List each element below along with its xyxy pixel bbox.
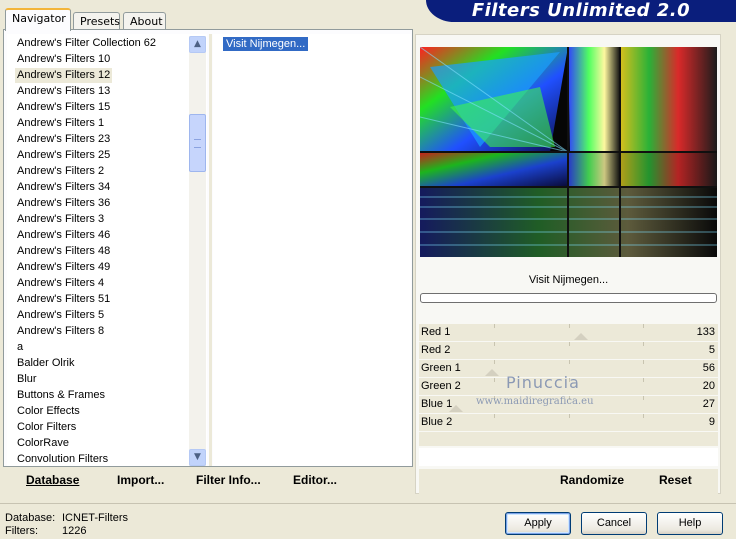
filter-category-item[interactable]: Andrew's Filters 13 [17, 84, 110, 99]
filter-category-item[interactable]: Andrew's Filters 3 [17, 212, 104, 227]
app-banner-title: Filters Unlimited 2.0 [426, 0, 736, 22]
effect-item-selected[interactable]: Visit Nijmegen... [223, 37, 309, 51]
filter-category-item[interactable]: Andrew's Filters 1 [17, 116, 104, 131]
filter-category-item[interactable]: Blur [17, 372, 37, 387]
navigator-action-bar: Database Import... Filter Info... Editor… [7, 469, 413, 494]
filter-category-item[interactable]: Andrew's Filters 34 [17, 180, 110, 195]
filter-category-item[interactable]: Andrew's Filter Collection 62 [17, 36, 156, 51]
filter-info-button[interactable]: Filter Info... [196, 473, 261, 487]
filter-category-item[interactable]: ColorRave [17, 436, 69, 451]
filter-category-item[interactable]: Andrew's Filters 8 [17, 324, 104, 339]
filter-category-item[interactable]: Andrew's Filters 23 [17, 132, 110, 147]
tab-navigator[interactable]: Navigator [5, 8, 71, 31]
slider-tick [569, 342, 570, 346]
slider-value: 56 [702, 362, 715, 374]
filter-category-item[interactable]: Andrew's Filters 49 [17, 260, 110, 275]
filter-category-item[interactable]: Balder Olrik [17, 356, 74, 371]
help-button[interactable]: Help [657, 512, 723, 535]
slider-value: 27 [702, 398, 715, 410]
slider-tick [643, 378, 644, 382]
scroll-down-icon[interactable]: ▼ [189, 449, 206, 466]
slider-label: Green 2 [421, 380, 461, 392]
watermark-name: Pinuccia [506, 373, 580, 392]
slider-value: 20 [702, 380, 715, 392]
list-divider [209, 34, 212, 466]
slider-tick [569, 324, 570, 328]
watermark-url: www.maidiregrafica.eu [476, 396, 594, 407]
slider-row[interactable]: Red 2 5 [419, 342, 718, 360]
slider-row[interactable]: Red 1 133 [419, 324, 718, 342]
scroll-thumb[interactable] [189, 114, 206, 172]
filters-count-label: Filters: [5, 525, 38, 537]
import-button[interactable]: Import... [117, 473, 164, 487]
footer-separator [0, 503, 736, 504]
slider-label: Blue 2 [421, 416, 453, 428]
filter-category-item[interactable]: Andrew's Filters 46 [17, 228, 110, 243]
filter-category-item[interactable]: Andrew's Filters 15 [17, 100, 110, 115]
slider-empty-row [419, 448, 718, 466]
filter-category-item[interactable]: Color Filters [17, 420, 76, 435]
slider-tick [494, 342, 495, 346]
slider-label: Blue 1 [421, 398, 453, 410]
slider-tick [494, 324, 495, 328]
preview-image [420, 47, 717, 257]
database-value: ICNET-Filters [62, 512, 128, 524]
filter-category-item[interactable]: Convolution Filters [17, 452, 108, 466]
preview-filter-name: Visit Nijmegen... [528, 274, 609, 286]
filter-list-scrollbar[interactable]: ▲ ▼ [189, 36, 206, 466]
slider-thumb-icon[interactable] [574, 333, 588, 340]
slider-row[interactable]: Blue 2 9 [419, 414, 718, 432]
randomize-button[interactable]: Randomize [560, 473, 624, 487]
database-button[interactable]: Database [26, 473, 79, 487]
slider-label: Green 1 [421, 362, 461, 374]
slider-label: Red 2 [421, 344, 451, 356]
scroll-up-icon[interactable]: ▲ [189, 36, 206, 53]
filter-category-item[interactable]: Andrew's Filters 36 [17, 196, 110, 211]
slider-tick [643, 360, 644, 364]
preview-action-bar: Randomize Reset [419, 469, 718, 494]
filter-effect-list[interactable]: Visit Nijmegen... [213, 34, 411, 466]
progress-bar [420, 293, 717, 303]
filter-category-item[interactable]: Andrew's Filters 12 [15, 68, 113, 83]
filters-count-value: 1226 [62, 525, 87, 537]
slider-value: 9 [708, 416, 715, 428]
filter-category-item[interactable]: Color Effects [17, 404, 80, 419]
apply-button[interactable]: Apply [505, 512, 571, 535]
filter-category-item[interactable]: Andrew's Filters 2 [17, 164, 104, 179]
reset-button[interactable]: Reset [659, 473, 692, 487]
slider-tick [643, 396, 644, 400]
filter-category-list[interactable]: Andrew's Filter Collection 62 Andrew's Fi… [7, 34, 207, 466]
slider-tick [494, 414, 495, 418]
slider-tick [569, 414, 570, 418]
filter-category-item[interactable]: Andrew's Filters 4 [17, 276, 104, 291]
filter-category-item[interactable]: Andrew's Filters 48 [17, 244, 110, 259]
slider-thumb-icon[interactable] [485, 369, 499, 376]
slider-tick [643, 342, 644, 346]
editor-button[interactable]: Editor... [293, 473, 337, 487]
database-label: Database: [5, 512, 56, 524]
filter-category-item[interactable]: Andrew's Filters 5 [17, 308, 104, 323]
slider-value: 133 [696, 326, 715, 338]
slider-tick [494, 378, 495, 382]
cancel-button[interactable]: Cancel [581, 512, 647, 535]
slider-tick [569, 360, 570, 364]
slider-tick [643, 414, 644, 418]
filter-category-item[interactable]: Buttons & Frames [17, 388, 105, 403]
slider-value: 5 [708, 344, 715, 356]
filter-category-item[interactable]: Andrew's Filters 25 [17, 148, 110, 163]
filter-category-item[interactable]: Andrew's Filters 51 [17, 292, 110, 307]
filter-category-item[interactable]: a [17, 340, 23, 355]
slider-tick [494, 360, 495, 364]
filter-category-item[interactable]: Andrew's Filters 10 [17, 52, 110, 67]
slider-label: Red 1 [421, 326, 451, 338]
slider-tick [643, 324, 644, 328]
